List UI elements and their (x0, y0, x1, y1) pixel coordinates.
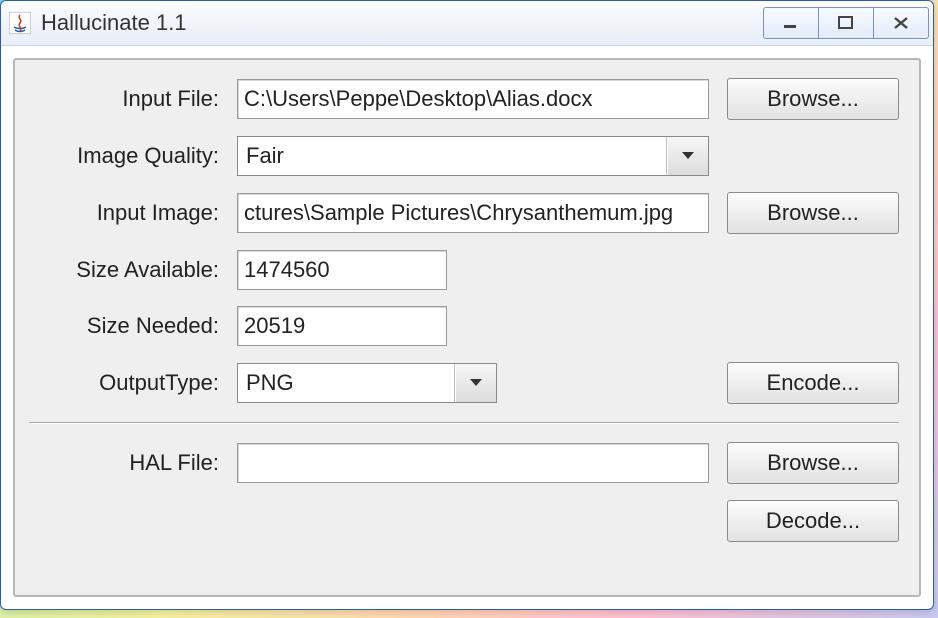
input-file-label: Input File: (29, 86, 219, 112)
maximize-button[interactable] (818, 7, 874, 39)
decode-button[interactable]: Decode... (727, 500, 899, 542)
size-needed-field (237, 306, 447, 346)
titlebar[interactable]: Hallucinate 1.1 (1, 1, 933, 46)
chevron-down-icon[interactable] (455, 364, 496, 402)
input-image-field[interactable] (237, 193, 709, 233)
size-available-label: Size Available: (29, 257, 219, 283)
hal-file-field[interactable] (237, 443, 709, 483)
client-area: Input File: Browse... Image Quality: Fai… (1, 46, 933, 609)
encode-button[interactable]: Encode... (727, 362, 899, 404)
input-file-field[interactable] (237, 79, 709, 119)
close-button[interactable] (873, 7, 929, 39)
size-available-field (237, 250, 447, 290)
output-type-combo[interactable]: PNG (237, 363, 497, 403)
application-window: Hallucinate 1.1 Input File: Browse... Im… (0, 0, 934, 610)
minimize-button[interactable] (763, 7, 819, 39)
java-app-icon (9, 12, 31, 34)
image-quality-combo[interactable]: Fair (237, 136, 709, 176)
chevron-down-icon[interactable] (667, 137, 708, 175)
image-quality-label: Image Quality: (29, 143, 219, 169)
output-type-label: OutputType: (29, 370, 219, 396)
browse-input-image-button[interactable]: Browse... (727, 192, 899, 234)
browse-hal-file-button[interactable]: Browse... (727, 442, 899, 484)
browse-input-file-button[interactable]: Browse... (727, 78, 899, 120)
input-image-label: Input Image: (29, 200, 219, 226)
window-title: Hallucinate 1.1 (41, 10, 764, 36)
window-controls (764, 7, 929, 39)
hal-file-label: HAL File: (29, 450, 219, 476)
main-panel: Input File: Browse... Image Quality: Fai… (13, 58, 921, 597)
image-quality-value: Fair (238, 137, 667, 175)
size-needed-label: Size Needed: (29, 313, 219, 339)
divider (29, 422, 899, 424)
output-type-value: PNG (238, 364, 455, 402)
